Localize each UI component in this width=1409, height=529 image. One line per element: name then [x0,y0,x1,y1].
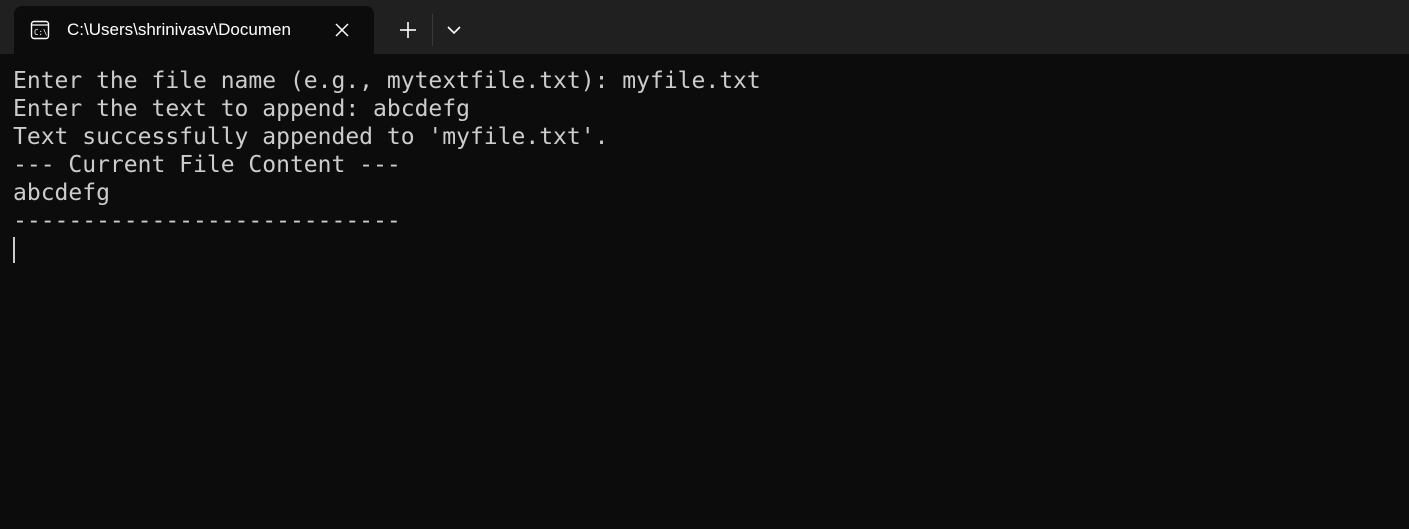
terminal-line: Enter the text to append: abcdefg [13,96,470,122]
terminal-window: C:\ C:\Users\shrinivasv\Documen Enter th… [0,0,1409,529]
close-icon[interactable] [332,20,352,40]
svg-text:C:\: C:\ [34,28,48,37]
terminal-line: Text successfully appended to 'myfile.tx… [13,124,609,150]
terminal-line: ---------------------------- [13,208,401,234]
titlebar-divider [432,14,433,46]
terminal-output[interactable]: Enter the file name (e.g., mytextfile.tx… [0,54,1409,529]
tab-title: C:\Users\shrinivasv\Documen [67,20,291,39]
terminal-line: --- Current File Content --- [13,152,401,178]
terminal-line: Enter the file name (e.g., mytextfile.tx… [13,68,761,94]
tab-command-prompt[interactable]: C:\ C:\Users\shrinivasv\Documen [14,6,374,54]
console-icon: C:\ [30,20,50,40]
plus-icon[interactable] [392,14,424,46]
terminal-line: abcdefg [13,180,110,206]
text-cursor [13,237,15,263]
title-bar: C:\ C:\Users\shrinivasv\Documen [0,0,1409,54]
chevron-down-icon[interactable] [440,14,468,46]
